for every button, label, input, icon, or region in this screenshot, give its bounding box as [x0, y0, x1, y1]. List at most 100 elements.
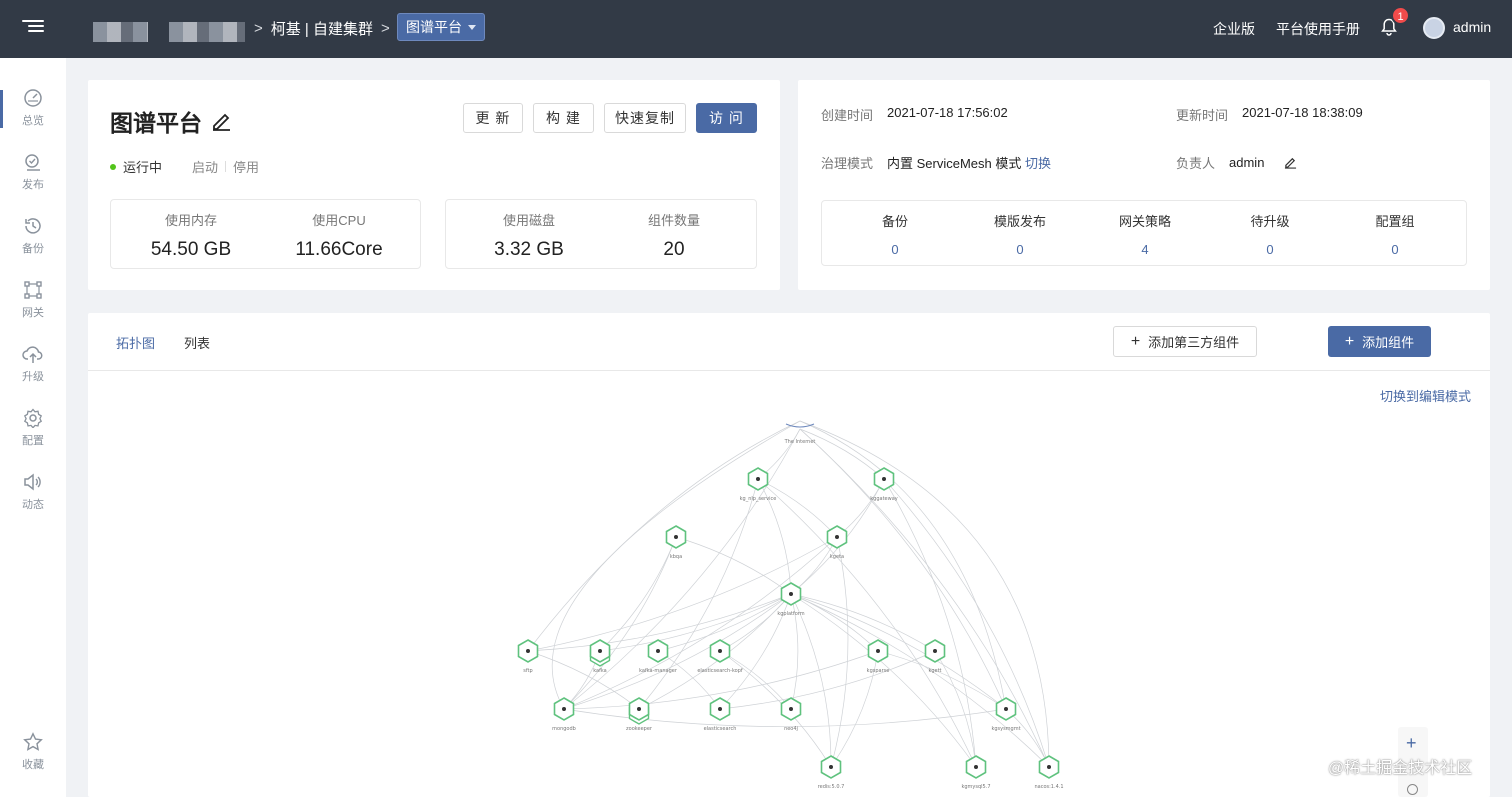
graph-node-label: mongodb [552, 726, 576, 732]
graph-node[interactable]: sftp [517, 639, 539, 674]
start-link[interactable]: 启动 [192, 157, 218, 176]
graph-edge [757, 478, 977, 768]
app-selector-label: 图谱平台 [406, 19, 462, 35]
activity-icon [24, 473, 41, 491]
graph-node[interactable]: kg_nlp_service [740, 467, 777, 502]
graph-node[interactable]: kggateway [870, 467, 898, 502]
graph-node-label: kg_nlp_service [740, 496, 777, 502]
caret-down-icon [468, 24, 476, 30]
sidebar-item-overview[interactable]: 总览 [0, 88, 66, 144]
redacted-breadcrumb-segment [93, 22, 148, 42]
visit-button[interactable]: 访 问 [696, 103, 757, 133]
graph-node[interactable]: neo4j [780, 697, 802, 732]
graph-node-label: sftp [523, 668, 532, 674]
manual-link[interactable]: 平台使用手册 [1276, 19, 1360, 39]
sidebar-item-activity[interactable]: 动态 [0, 472, 66, 528]
graph-edge [1005, 708, 1050, 768]
sidebar-item-favorites[interactable]: 收藏 [0, 732, 66, 788]
graph-node-label: kggateway [870, 496, 897, 502]
graph-edge [551, 420, 801, 710]
breadcrumb-team[interactable]: 柯基 | 自建集群 [271, 18, 373, 39]
graph-node-label: elasticsearch [704, 726, 737, 732]
backup-icon [25, 218, 41, 234]
graph-node-label: kbqa [670, 554, 682, 560]
graph-edge [719, 650, 936, 710]
graph-node-label: neo4j [784, 726, 798, 732]
graph-node-label: The Internet [784, 439, 816, 445]
gateway-policy-counter[interactable]: 网关策略 4 [1082, 211, 1208, 257]
app-selector[interactable]: 图谱平台 [397, 13, 485, 41]
settings-icon [23, 408, 43, 428]
graph-node-label: redis:5.0.7 [818, 784, 845, 790]
app-info-card: 创建时间 2021-07-18 17:56:02 更新时间 2021-07-18 1… [798, 80, 1490, 290]
graph-edge [883, 478, 977, 768]
counters-box: 备份 0 模版发布 0 网关策略 4 待升级 0 配置组 0 [821, 200, 1467, 266]
graph-node[interactable]: kgplatform [777, 582, 805, 617]
graph-node-label: kgsysmgmt [991, 726, 1020, 732]
component-count-stat: 组件数量 20 [647, 213, 700, 260]
graph-node-label: kgett [928, 668, 941, 674]
sidebar-item-backup[interactable]: 备份 [0, 216, 66, 272]
graph-node[interactable]: nacos:1.4.1 [1034, 755, 1064, 790]
graph-edge [799, 420, 1007, 710]
graph-edge [830, 536, 849, 768]
sidebar-item-settings[interactable]: 配置 [0, 408, 66, 464]
topology-graph[interactable]: The Internet kg_nlp_service kggateway kbqa k… [88, 313, 1490, 797]
avatar[interactable] [1423, 17, 1445, 39]
graph-node-label: elasticsearch-kopf [697, 668, 743, 674]
graph-edge [790, 593, 936, 652]
backup-counter[interactable]: 备份 0 [832, 211, 958, 257]
quick-copy-button[interactable]: 快速复制 [604, 103, 686, 133]
config-group-counter[interactable]: 配置组 0 [1332, 211, 1458, 257]
graph-node-label: kafka [593, 668, 607, 674]
graph-node[interactable]: kgsparse [867, 639, 890, 674]
watermark: @稀土掘金技术社区 [1328, 760, 1473, 777]
zoom-reset-icon[interactable] [1407, 784, 1418, 795]
menu-toggle-icon[interactable] [22, 17, 44, 37]
pending-upgrade-counter[interactable]: 待升级 0 [1207, 211, 1333, 257]
graph-edge [719, 593, 792, 652]
status-row: 运行中 启动 停用 [110, 157, 259, 176]
graph-node-label: zookeeper [626, 726, 653, 732]
sidebar-item-upgrade[interactable]: 升级 [0, 344, 66, 400]
status-text: 运行中 [123, 160, 163, 175]
sidebar-item-publish[interactable]: 发布 [0, 152, 66, 208]
owner: 负责人 admin [1176, 153, 1297, 172]
zoom-in-icon[interactable]: + [1406, 733, 1417, 754]
graph-edge [790, 593, 1007, 710]
graph-nodes: The Internet kg_nlp_service kggateway kbqa k… [517, 423, 1064, 790]
graph-node[interactable]: kafka [589, 639, 611, 674]
graph-node[interactable]: kgsysmgmt [991, 697, 1021, 732]
build-button[interactable]: 构 建 [533, 103, 594, 133]
storage-stats-box: 使用磁盘 3.32 GB 组件数量 20 [445, 199, 757, 269]
governance-mode: 治理模式 内置 ServiceMesh 模式 切换 [821, 156, 1052, 171]
publish-icon [25, 154, 40, 171]
graph-edge [883, 478, 1050, 768]
sidebar-item-gateway[interactable]: 网关 [0, 280, 66, 336]
graph-node[interactable]: elasticsearch-kopf [697, 639, 743, 674]
graph-edge [757, 478, 838, 538]
gateway-icon [24, 281, 42, 299]
graph-node-label: kgmysql5.7 [961, 784, 990, 790]
user-name[interactable]: admin [1453, 19, 1491, 35]
edit-owner-icon[interactable] [1284, 156, 1297, 169]
graph-node[interactable]: The Internet [784, 423, 816, 445]
graph-edge [790, 593, 977, 768]
enterprise-link[interactable]: 企业版 [1213, 19, 1255, 39]
switch-governance-link[interactable]: 切换 [1025, 156, 1051, 171]
graph-node-label: kgeta [830, 554, 844, 560]
graph-edge [877, 650, 1007, 710]
graph-node[interactable]: kgett [924, 639, 946, 674]
graph-node[interactable]: kgeta [826, 525, 848, 560]
graph-node[interactable]: kgmysql5.7 [961, 755, 991, 790]
app-title: 图谱平台 [110, 104, 232, 138]
graph-node[interactable]: mongodb [552, 697, 576, 732]
stop-link[interactable]: 停用 [233, 157, 259, 176]
template-publish-counter[interactable]: 模版发布 0 [957, 211, 1083, 257]
graph-node[interactable]: kbqa [665, 525, 687, 560]
graph-node[interactable]: redis:5.0.7 [818, 755, 845, 790]
graph-node[interactable]: elasticsearch [704, 697, 737, 732]
edit-icon[interactable] [210, 110, 232, 132]
update-button[interactable]: 更 新 [463, 103, 523, 133]
graph-node[interactable]: zookeeper [626, 697, 653, 732]
